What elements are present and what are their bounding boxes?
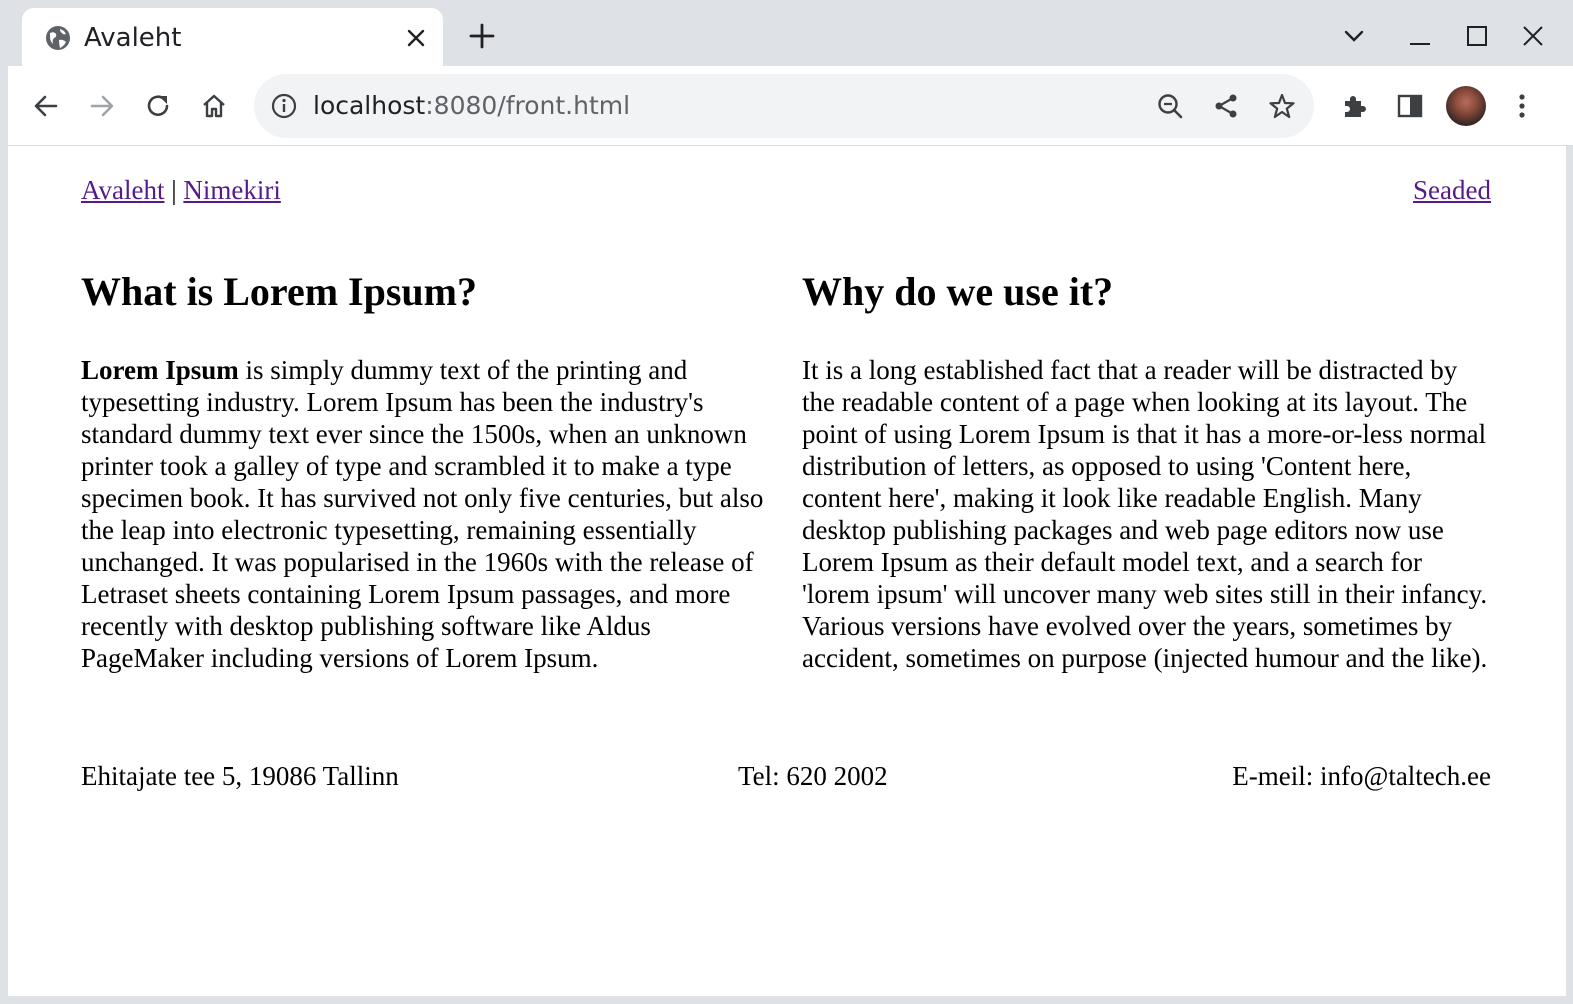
- tab-title: Avaleht: [84, 23, 182, 53]
- browser-window: Avaleht localhost:8080/front.html Avaleh…: [0, 0, 1573, 1004]
- back-icon[interactable]: [24, 84, 68, 128]
- info-icon[interactable]: [270, 92, 298, 120]
- right-paragraph: It is a long established fact that a rea…: [802, 355, 1488, 673]
- left-body: is simply dummy text of the printing and…: [81, 355, 764, 673]
- browser-toolbar: localhost:8080/front.html: [8, 66, 1573, 146]
- star-icon[interactable]: [1266, 90, 1298, 122]
- left-column: What is Lorem Ipsum? Lorem Ipsum is simp…: [81, 268, 771, 674]
- forward-icon[interactable]: [80, 84, 124, 128]
- site-nav: Avaleht | Nimekiri Seaded: [81, 174, 1491, 206]
- footer-email: E-meil: info@taltech.ee: [1232, 761, 1491, 791]
- more-icon[interactable]: [1500, 84, 1544, 128]
- chevron-down-icon[interactable]: [1334, 18, 1374, 54]
- left-paragraph: Lorem Ipsum is simply dummy text of the …: [81, 354, 771, 674]
- zoom-out-icon[interactable]: [1154, 90, 1186, 122]
- minimize-icon[interactable]: [1400, 18, 1440, 54]
- page-footer: Ehitajate tee 5, 19086 Tallinn Tel: 620 …: [81, 760, 1491, 792]
- close-icon[interactable]: [402, 24, 430, 52]
- reload-icon[interactable]: [136, 84, 180, 128]
- extensions-icon[interactable]: [1332, 84, 1376, 128]
- tab-avaleht[interactable]: Avaleht: [22, 8, 443, 68]
- right-heading: Why do we use it?: [802, 269, 1114, 314]
- tab-strip: Avaleht: [0, 0, 1573, 68]
- side-panel-icon[interactable]: [1388, 84, 1432, 128]
- close-window-icon[interactable]: [1513, 18, 1553, 54]
- footer-address: Ehitajate tee 5, 19086 Tallinn: [81, 761, 399, 791]
- left-lead-bold: Lorem Ipsum: [81, 355, 239, 385]
- nav-separator: |: [171, 175, 177, 205]
- nav-link-nimekiri[interactable]: Nimekiri: [183, 175, 280, 205]
- nav-link-seaded[interactable]: Seaded: [1413, 174, 1491, 206]
- avatar[interactable]: [1446, 86, 1486, 126]
- maximize-icon[interactable]: [1457, 18, 1497, 54]
- nav-link-avaleht[interactable]: Avaleht: [81, 175, 164, 205]
- page-viewport: Avaleht | Nimekiri Seaded What is Lorem …: [8, 146, 1566, 996]
- url-host: localhost: [313, 91, 426, 120]
- globe-icon: [44, 24, 72, 52]
- left-heading: What is Lorem Ipsum?: [81, 269, 477, 314]
- plus-icon[interactable]: [466, 20, 498, 52]
- home-icon[interactable]: [192, 84, 236, 128]
- address-bar[interactable]: localhost:8080/front.html: [254, 74, 1314, 138]
- url-text[interactable]: localhost:8080/front.html: [313, 89, 630, 123]
- footer-phone: Tel: 620 2002: [738, 761, 888, 791]
- share-icon[interactable]: [1210, 90, 1242, 122]
- right-column: Why do we use it? It is a long establish…: [802, 268, 1492, 674]
- url-path: :8080/front.html: [425, 91, 631, 120]
